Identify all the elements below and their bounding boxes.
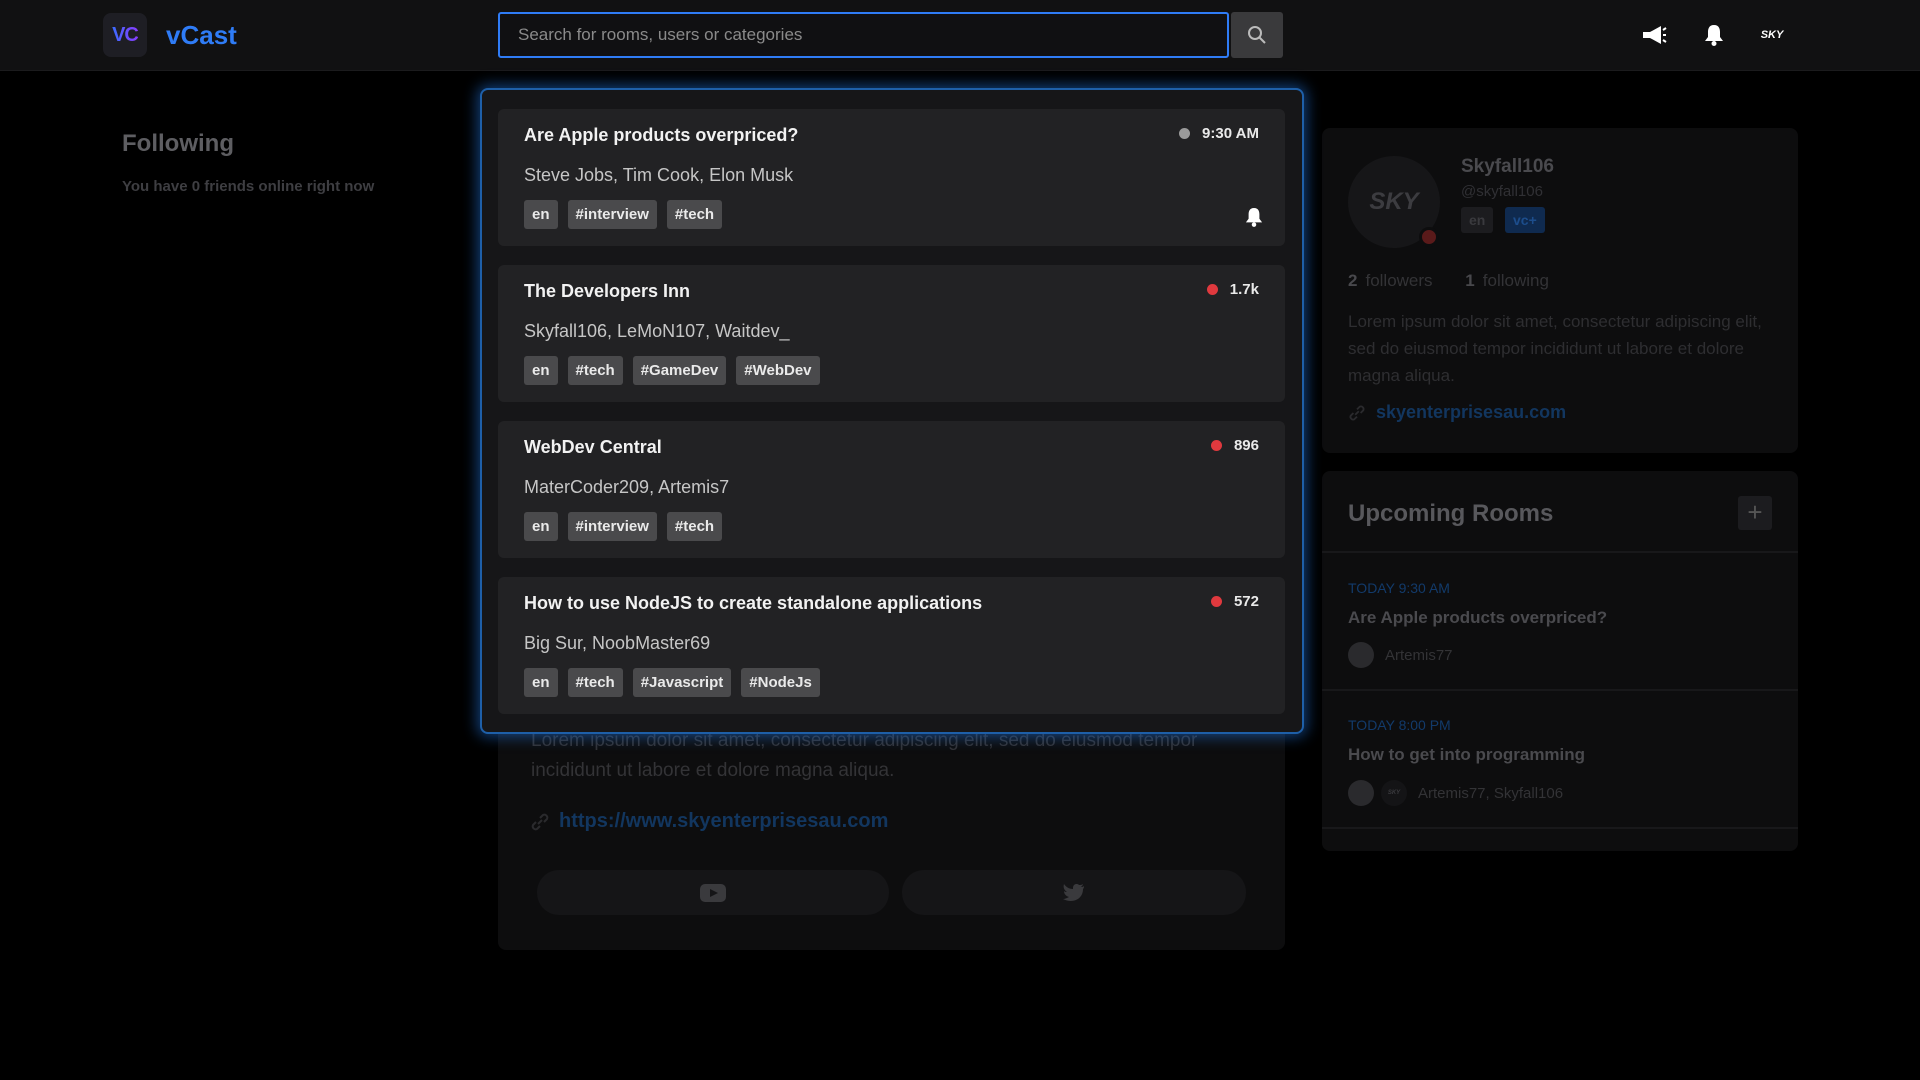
search-input[interactable] xyxy=(500,14,1227,56)
profile-bio: Lorem ipsum dolor sit amet, consectetur … xyxy=(1348,312,1762,385)
profile-stats: 2 followers 1 following xyxy=(1348,271,1549,291)
notifications-button[interactable] xyxy=(1700,22,1728,48)
room-tags: en #interview #tech xyxy=(524,200,723,229)
room-meta: 1.7k xyxy=(1206,281,1259,298)
search-box[interactable] xyxy=(498,12,1229,58)
youtube-icon xyxy=(700,883,726,902)
live-dot xyxy=(1210,596,1222,607)
tag[interactable]: #WebDev xyxy=(736,356,820,385)
room-description: Lorem ipsum dolor sit amet, consectetur … xyxy=(531,730,1198,781)
divider xyxy=(1322,689,1798,691)
listener-count: 896 xyxy=(1233,437,1259,454)
room-title[interactable]: The Developers Inn xyxy=(524,281,690,302)
tag[interactable]: en xyxy=(524,512,558,541)
search-icon xyxy=(1248,26,1266,44)
youtube-button[interactable] xyxy=(537,870,889,915)
search-result-room[interactable]: WebDev Central 896 MaterCoder209, Artemi… xyxy=(498,421,1285,558)
participant-avatar xyxy=(1348,642,1374,668)
upcoming-room-users: Artemis77, Skyfall106 xyxy=(1418,785,1564,802)
listener-count: 1.7k xyxy=(1229,281,1259,298)
tag[interactable]: #tech xyxy=(666,512,723,541)
profile-vc-badge: vc+ xyxy=(1505,207,1545,233)
live-dot xyxy=(1206,284,1218,295)
followers-label[interactable]: followers xyxy=(1365,271,1432,290)
link-icon xyxy=(1349,405,1365,421)
brand-name[interactable]: vCast xyxy=(166,20,237,51)
upcoming-room-name[interactable]: How to get into programming xyxy=(1348,745,1585,765)
room-link[interactable]: https://www.skyenterprisesau.com xyxy=(559,810,888,833)
search-result-room[interactable]: The Developers Inn 1.7k Skyfall106, LeMo… xyxy=(498,265,1285,402)
room-speakers: MaterCoder209, Artemis7 xyxy=(524,477,730,497)
divider xyxy=(1322,551,1798,553)
megaphone-icon xyxy=(1643,26,1667,44)
room-tags: en #tech #Javascript #NodeJs xyxy=(524,668,820,697)
tag[interactable]: #tech xyxy=(567,356,623,385)
tag[interactable]: #Javascript xyxy=(632,668,732,697)
link-icon xyxy=(531,813,549,831)
room-tags: en #tech #GameDev #WebDev xyxy=(524,356,820,385)
tag[interactable]: #interview xyxy=(567,200,657,229)
room-meta: 572 xyxy=(1210,593,1259,610)
room-speakers: Steve Jobs, Tim Cook, Elon Musk xyxy=(524,165,794,185)
user-avatar[interactable]: SKY xyxy=(1756,22,1788,48)
following-title: Following xyxy=(122,130,234,157)
following-subtitle: You have 0 friends online right now xyxy=(122,178,375,195)
room-tags: en #interview #tech xyxy=(524,512,723,541)
upcoming-room-name[interactable]: Are Apple products overpriced? xyxy=(1348,608,1607,628)
room-speakers: Skyfall106, LeMoN107, Waitdev_ xyxy=(524,321,790,341)
profile-handle: @skyfall106 xyxy=(1461,183,1543,200)
scheduled-dot xyxy=(1179,128,1191,139)
upcoming-room-time: TODAY 9:30 AM xyxy=(1348,580,1450,596)
participant-avatar xyxy=(1348,780,1374,806)
live-dot xyxy=(1210,440,1222,451)
tag[interactable]: #tech xyxy=(567,668,623,697)
following-label[interactable]: following xyxy=(1483,271,1549,290)
twitter-button[interactable] xyxy=(902,870,1246,915)
listener-count: 572 xyxy=(1233,593,1259,610)
room-speakers: Big Sur, NoobMaster69 xyxy=(524,633,711,653)
upcoming-rooms-title: Upcoming Rooms xyxy=(1348,500,1554,527)
remind-me-button[interactable] xyxy=(1245,207,1263,232)
following-count: 1 xyxy=(1465,271,1475,290)
tag[interactable]: en xyxy=(524,200,558,229)
participant-avatar: SKY xyxy=(1381,780,1407,806)
tag[interactable]: en xyxy=(524,356,558,385)
tag[interactable]: #NodeJs xyxy=(741,668,820,697)
profile-avatar-text: SKY xyxy=(1369,188,1419,215)
tag[interactable]: #tech xyxy=(666,200,723,229)
room-time: 9:30 AM xyxy=(1202,125,1259,142)
room-meta: 9:30 AM xyxy=(1179,125,1259,142)
upcoming-room-time: TODAY 8:00 PM xyxy=(1348,717,1451,733)
status-indicator xyxy=(1419,227,1439,247)
room-title[interactable]: How to use NodeJS to create standalone a… xyxy=(524,593,982,614)
twitter-icon xyxy=(1063,883,1084,901)
app-logo[interactable]: VC xyxy=(103,13,147,57)
tag[interactable]: #GameDev xyxy=(632,356,727,385)
megaphone-button[interactable] xyxy=(1640,22,1668,48)
profile-name[interactable]: Skyfall106 xyxy=(1461,156,1554,178)
room-title[interactable]: WebDev Central xyxy=(524,437,662,458)
followers-count: 2 xyxy=(1348,271,1358,290)
profile-lang-tag: en xyxy=(1461,207,1494,233)
tag[interactable]: en xyxy=(524,668,558,697)
bell-icon xyxy=(1245,208,1263,227)
add-room-button[interactable]: + xyxy=(1738,496,1772,530)
search-result-room[interactable]: Are Apple products overpriced? 9:30 AM S… xyxy=(498,109,1285,246)
bell-icon xyxy=(1705,25,1723,46)
search-result-room[interactable]: How to use NodeJS to create standalone a… xyxy=(498,577,1285,714)
upcoming-room-users: Artemis77 xyxy=(1385,647,1453,664)
profile-website-link[interactable]: skyenterprisesau.com xyxy=(1376,402,1566,423)
search-button[interactable] xyxy=(1231,12,1283,58)
room-meta: 896 xyxy=(1210,437,1259,454)
tag[interactable]: #interview xyxy=(567,512,657,541)
room-title[interactable]: Are Apple products overpriced? xyxy=(524,125,798,146)
divider xyxy=(1322,827,1798,829)
